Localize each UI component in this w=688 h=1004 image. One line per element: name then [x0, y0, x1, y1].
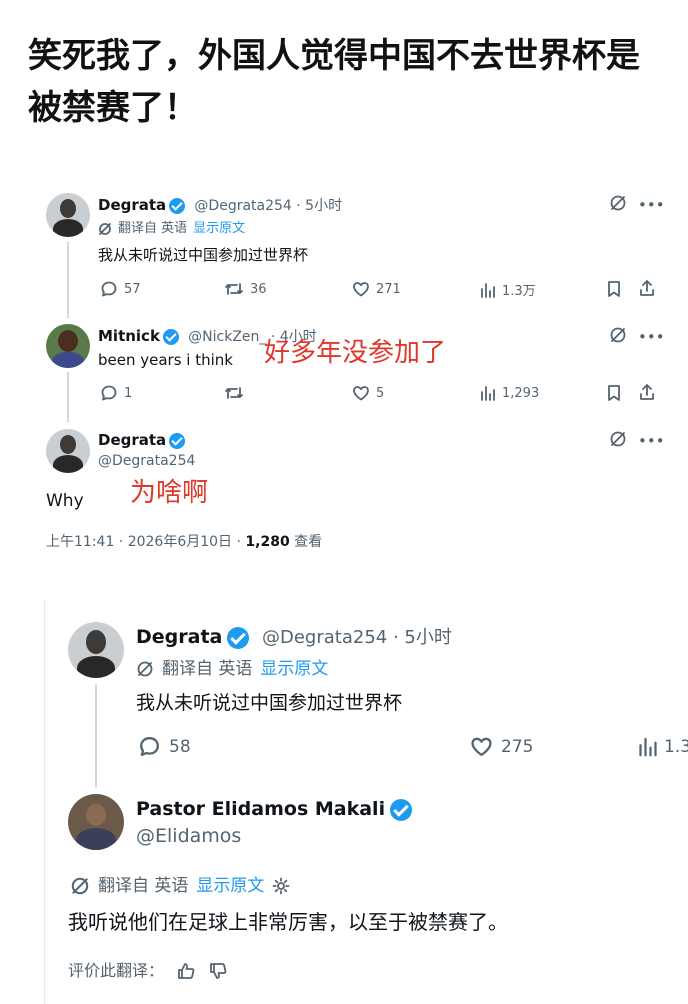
view-count-number: 1,280	[245, 534, 290, 550]
reply-icon	[140, 737, 159, 756]
analytics-icon	[639, 737, 657, 757]
translated-from-label: 翻译自 英语	[162, 659, 253, 679]
translate-icon	[99, 223, 111, 235]
share-icon[interactable]	[638, 279, 656, 301]
verified-badge-icon	[227, 626, 250, 649]
reply-count: 1	[124, 385, 133, 401]
reply-button[interactable]: 57	[100, 280, 141, 298]
show-original-link[interactable]: 显示原文	[260, 658, 328, 680]
reply-button[interactable]: 58	[138, 735, 191, 758]
author-name: Degrata	[136, 626, 223, 648]
tweet3-author[interactable]: Degrata	[98, 430, 186, 450]
author-name: Degrata	[98, 196, 167, 214]
reply-count: 57	[124, 281, 141, 297]
heart-icon	[353, 386, 369, 401]
like-count: 271	[376, 281, 401, 297]
translation-row: 翻译自 英语 显示原文	[136, 658, 328, 680]
verified-badge-icon	[390, 798, 413, 821]
thread-line	[95, 684, 97, 788]
heart-icon	[471, 737, 492, 756]
view-count: 1.3万	[502, 284, 536, 299]
bookmark-icon[interactable]	[606, 280, 622, 302]
tweet1-text: 我从未听说过中国参加过世界杯	[98, 246, 309, 264]
show-original-link[interactable]: 显示原文	[193, 220, 245, 238]
like-button[interactable]: 5	[352, 384, 384, 402]
card-tweet1-author[interactable]: Degrata @Degrata254 · 5小时	[136, 624, 452, 651]
tweet3-text: Why	[46, 491, 84, 511]
author-name: Pastor Elidamos Makali	[136, 798, 386, 820]
card-tweet2-author[interactable]: Pastor Elidamos Makali	[136, 796, 413, 822]
grok-icon[interactable]	[609, 430, 627, 452]
author-name: Mitnick	[98, 327, 160, 345]
avatar-degrata[interactable]	[46, 429, 90, 473]
reply-icon	[101, 385, 117, 401]
translate-icon	[137, 661, 153, 677]
rate-translation-label: 评价此翻译：	[68, 961, 165, 980]
retweet-icon	[225, 283, 243, 295]
show-original-link[interactable]: 显示原文	[196, 875, 264, 897]
analytics-icon	[481, 386, 495, 401]
translate-icon	[71, 877, 89, 895]
like-button[interactable]: 271	[352, 280, 401, 298]
thumbs-down-icon[interactable]	[208, 961, 228, 981]
post-title: 笑死我了，外国人觉得中国不去世界杯是被禁赛了！	[28, 36, 640, 128]
author-handle-time: @Degrata254 · 5小时	[194, 198, 343, 214]
rate-translation-row: 评价此翻译：	[68, 960, 228, 982]
reply-count: 58	[169, 736, 191, 757]
avatar-degrata[interactable]	[68, 622, 124, 678]
retweet-icon	[225, 387, 243, 399]
translated-from-label: 翻译自 英语	[118, 221, 188, 236]
avatar-degrata[interactable]	[46, 193, 90, 237]
avatar-elidamos[interactable]	[68, 794, 124, 850]
avatar-mitnick[interactable]	[46, 324, 90, 368]
author-handle-time: @Degrata254 · 5小时	[261, 627, 452, 648]
card-tweet1-text: 我从未听说过中国参加过世界杯	[136, 692, 403, 714]
like-button[interactable]: 275	[470, 735, 533, 758]
thread-line	[67, 372, 69, 422]
translation-row: 翻译自 英语 显示原文	[98, 220, 245, 238]
thread-line	[67, 242, 69, 318]
more-options-icon[interactable]: •••	[638, 432, 665, 450]
analytics-icon	[481, 282, 495, 298]
like-count: 5	[376, 385, 385, 401]
grok-icon[interactable]	[609, 194, 627, 216]
chinese-overlay-caption: 好多年没参加了	[264, 338, 447, 368]
views-button[interactable]: 1.3万	[480, 280, 536, 299]
tweet2-text: been years i think	[98, 351, 233, 369]
view-count-label: 查看	[289, 534, 323, 550]
thumbs-up-icon[interactable]	[176, 961, 196, 981]
grok-icon[interactable]	[609, 326, 627, 348]
card-left-border	[44, 600, 45, 1004]
verified-badge-icon	[169, 432, 186, 449]
retweet-button[interactable]: 36	[224, 280, 267, 298]
like-count: 275	[501, 736, 534, 757]
view-count: 1.3	[664, 736, 688, 757]
verified-badge-icon	[169, 197, 186, 214]
view-count: 1,293	[502, 385, 540, 401]
retweet-button[interactable]	[224, 384, 244, 402]
card-tweet2-text: 我听说他们在足球上非常厉害，以至于被禁赛了。	[68, 910, 508, 934]
views-button[interactable]: 1,293	[480, 384, 539, 402]
more-options-icon[interactable]: •••	[638, 328, 665, 346]
bookmark-icon[interactable]	[606, 384, 622, 406]
timestamp-text: 上午11:41 · 2026年6月10日 ·	[46, 534, 246, 550]
share-icon[interactable]	[638, 383, 656, 405]
verified-badge-icon	[162, 328, 179, 345]
tweet1-author[interactable]: Degrata @Degrata254 · 5小时	[98, 195, 342, 216]
author-name: Degrata	[98, 431, 167, 449]
tweet-timestamp: 上午11:41 · 2026年6月10日 · 1,280 查看	[46, 533, 322, 551]
translation-row: 翻译自 英语 显示原文	[70, 875, 290, 897]
views-button[interactable]: 1.3	[638, 735, 688, 758]
more-options-icon[interactable]: •••	[638, 196, 665, 214]
settings-gear-icon	[273, 877, 290, 895]
heart-icon	[353, 282, 369, 297]
translated-from-label: 翻译自 英语	[98, 876, 189, 896]
chinese-overlay-caption: 为啥啊	[130, 478, 209, 508]
author-handle: @Degrata254	[98, 453, 196, 469]
author-handle: @Elidamos	[136, 825, 242, 847]
reply-icon	[101, 281, 117, 297]
retweet-count: 36	[250, 281, 267, 297]
reply-button[interactable]: 1	[100, 384, 132, 402]
